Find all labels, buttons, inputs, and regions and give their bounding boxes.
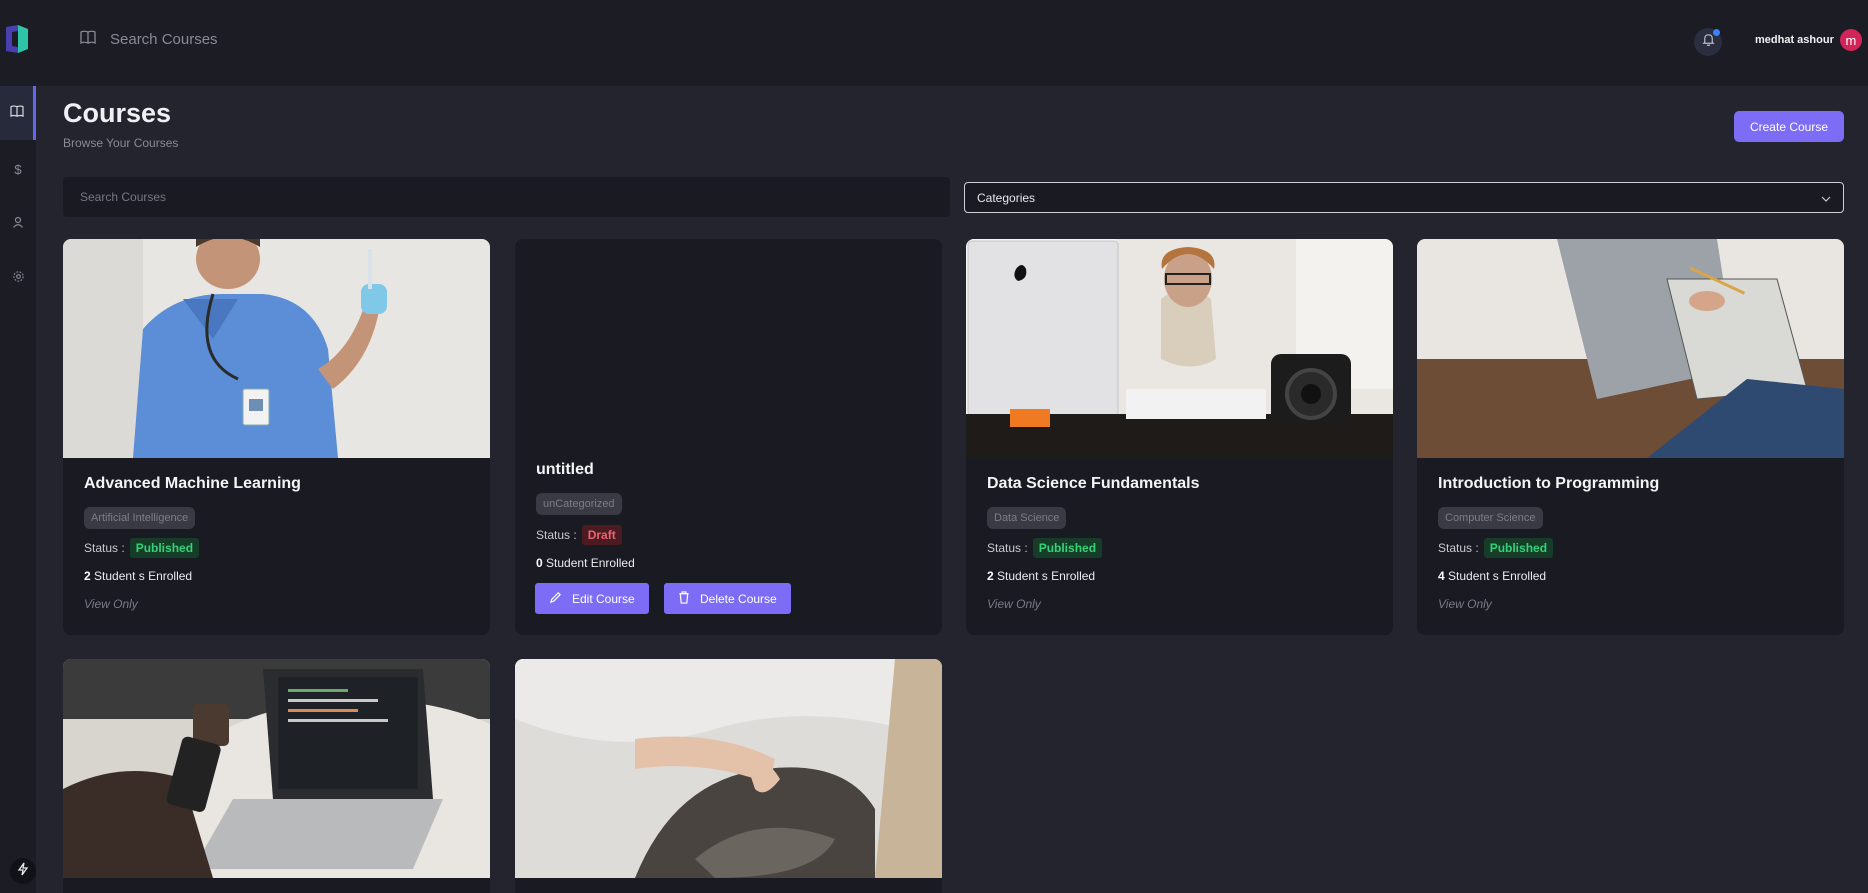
user-name: medhat ashour <box>1755 34 1834 46</box>
course-card[interactable] <box>63 659 490 893</box>
sidebar: $ <box>0 86 36 893</box>
status-row: Status : Published <box>1438 538 1554 558</box>
gear-icon <box>12 270 25 288</box>
search-placeholder: Search Courses <box>80 190 167 204</box>
enrolled-count: 2 Student s Enrolled <box>987 569 1095 583</box>
view-only-label: View Only <box>987 597 1041 611</box>
top-search[interactable]: Search Courses <box>80 30 218 49</box>
top-search-input[interactable]: Search Courses <box>110 31 218 48</box>
status-badge: Published <box>1483 538 1554 558</box>
enrolled-number: 4 <box>1438 569 1445 583</box>
dollar-icon: $ <box>14 161 22 177</box>
categories-select[interactable]: Categories <box>964 182 1844 213</box>
edit-course-label: Edit Course <box>572 591 635 606</box>
course-card[interactable]: Introduction to Programming Computer Sci… <box>1417 239 1844 635</box>
course-image[interactable] <box>63 239 490 458</box>
delete-course-label: Delete Course <box>700 591 777 606</box>
enrolled-label: Student s Enrolled <box>94 569 193 583</box>
category-chip: Data Science <box>987 507 1067 529</box>
search-input[interactable]: Search Courses <box>63 177 950 217</box>
bolt-icon <box>17 862 29 881</box>
status-label: Status : <box>1438 541 1479 555</box>
course-image[interactable] <box>966 239 1393 458</box>
view-only-label: View Only <box>84 597 138 611</box>
status-row: Status : Published <box>84 538 200 558</box>
create-course-button[interactable]: Create Course <box>1734 111 1844 142</box>
categories-value: Categories <box>977 190 1036 205</box>
user-icon <box>12 215 24 233</box>
category-chip: Computer Science <box>1438 507 1543 529</box>
sidebar-item-settings[interactable] <box>0 252 36 306</box>
course-image[interactable] <box>1417 239 1844 458</box>
enrolled-label: Student s Enrolled <box>997 569 1096 583</box>
pencil-icon <box>549 591 562 607</box>
category-chip: unCategorized <box>536 493 622 515</box>
course-card[interactable]: Advanced Machine Learning Artificial Int… <box>63 239 490 635</box>
page-title: Courses <box>63 98 172 128</box>
enrolled-number: 0 <box>536 556 543 570</box>
course-card[interactable] <box>515 659 942 893</box>
book-icon <box>9 104 24 122</box>
course-title[interactable]: untitled <box>536 461 594 479</box>
course-title[interactable]: Introduction to Programming <box>1438 475 1659 493</box>
status-label: Status : <box>536 528 577 542</box>
user-menu[interactable]: medhat ashour m <box>1755 29 1862 51</box>
status-row: Status : Published <box>987 538 1103 558</box>
enrolled-label: Student s Enrolled <box>1448 569 1547 583</box>
status-badge: Published <box>1032 538 1103 558</box>
view-only-label: View Only <box>1438 597 1492 611</box>
enrolled-number: 2 <box>84 569 91 583</box>
notification-dot <box>1713 29 1720 36</box>
enrolled-number: 2 <box>987 569 994 583</box>
avatar[interactable]: m <box>1839 29 1862 51</box>
status-badge: Draft <box>581 525 622 545</box>
course-image[interactable] <box>515 659 942 878</box>
edit-course-button[interactable]: Edit Course <box>535 583 649 614</box>
course-card[interactable]: Data Science Fundamentals Data Science S… <box>966 239 1393 635</box>
status-label: Status : <box>987 541 1028 555</box>
sidebar-item-courses[interactable] <box>0 86 36 140</box>
course-image[interactable] <box>63 659 490 878</box>
quick-action-button[interactable] <box>10 858 36 884</box>
course-title[interactable]: Advanced Machine Learning <box>84 475 301 493</box>
enrolled-count: 0 Student Enrolled <box>536 556 635 570</box>
enrolled-count: 4 Student s Enrolled <box>1438 569 1546 583</box>
status-label: Status : <box>84 541 125 555</box>
chevron-down-icon <box>1821 189 1831 207</box>
notifications-button[interactable] <box>1694 28 1722 56</box>
enrolled-label: Student Enrolled <box>546 556 635 570</box>
delete-course-button[interactable]: Delete Course <box>664 583 791 614</box>
status-row: Status : Draft <box>536 525 622 545</box>
sidebar-item-users[interactable] <box>0 197 36 251</box>
course-card[interactable]: untitled unCategorized Status : Draft 0 … <box>515 239 942 635</box>
status-badge: Published <box>129 538 200 558</box>
sidebar-item-billing[interactable]: $ <box>0 142 36 196</box>
book-icon <box>80 30 96 49</box>
trash-icon <box>678 590 690 607</box>
enrolled-count: 2 Student s Enrolled <box>84 569 192 583</box>
top-bar: Search Courses medhat ashour m <box>0 0 1868 86</box>
category-chip: Artificial Intelligence <box>84 507 196 529</box>
page-subtitle: Browse Your Courses <box>63 136 179 150</box>
app-logo[interactable] <box>4 24 30 54</box>
course-title[interactable]: Data Science Fundamentals <box>987 475 1200 493</box>
